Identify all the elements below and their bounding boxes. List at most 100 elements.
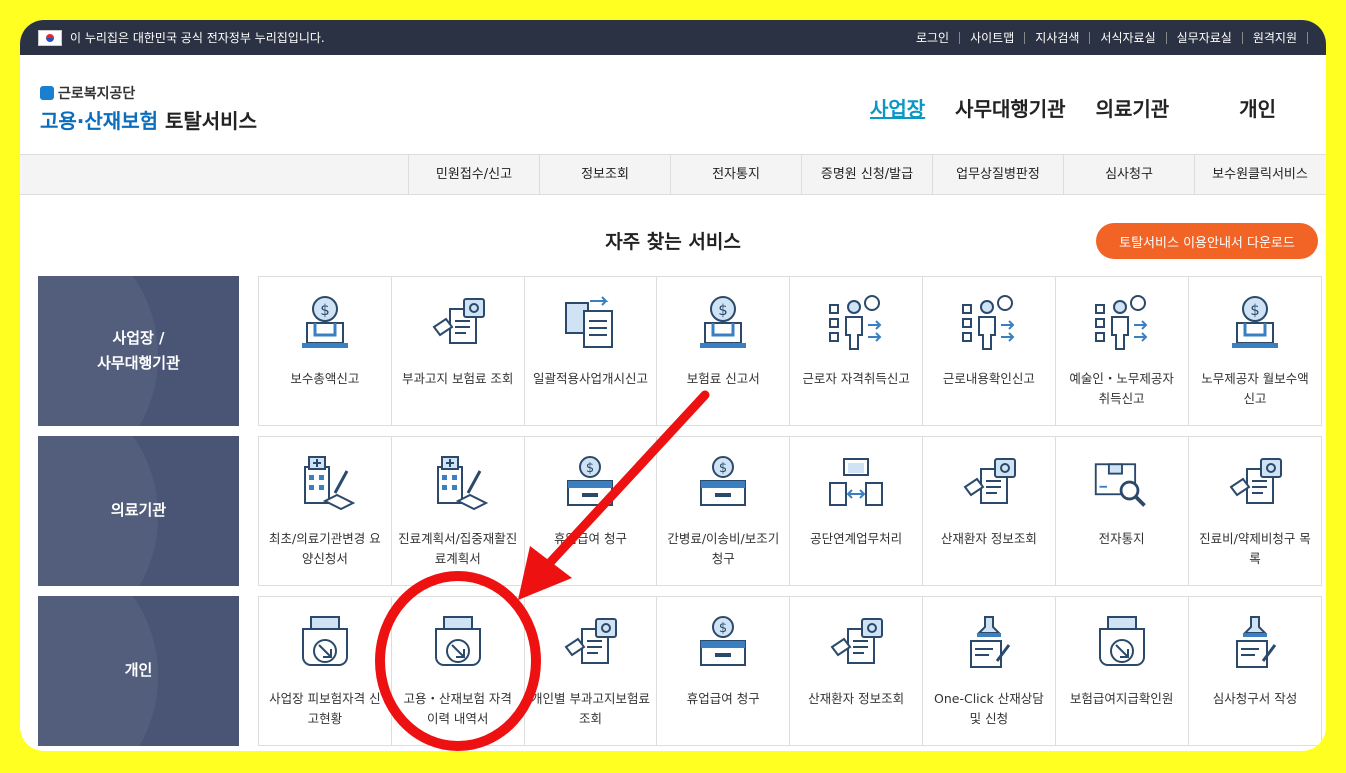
service-tiles: 사업장 피보험자격 신고현황 고용・산재보험 자격 이력 내역서 개인별 부과고지보… bbox=[258, 596, 1323, 746]
service-tile[interactable]: $ 보험료 신고서 bbox=[657, 277, 791, 425]
service-tile[interactable]: $ 휴업급여 청구 bbox=[525, 437, 658, 585]
stamp-document-icon bbox=[959, 611, 1019, 675]
category-panel: 사업장 / 사무대행기관 bbox=[38, 276, 239, 426]
sub-nav-notice[interactable]: 전자통지 bbox=[670, 155, 801, 195]
documents-exchange-icon bbox=[826, 451, 886, 515]
svg-text:$: $ bbox=[719, 621, 727, 636]
forms-library-link[interactable]: 서식자료실 bbox=[1090, 31, 1167, 44]
gov-notice-bar: 이 누리집은 대한민국 공식 전자정부 누리집입니다. 로그인 사이트맵 지사검… bbox=[20, 20, 1326, 55]
svg-text:$: $ bbox=[719, 461, 727, 476]
service-tile-label: 최초/의료기관변경 요양신청서 bbox=[269, 531, 381, 566]
service-row: 사업장 / 사무대행기관 $ 보수총액신고 부과고지 보험료 조회 일괄적용사업개시신고… bbox=[38, 276, 1323, 426]
service-tile[interactable]: 최초/의료기관변경 요양신청서 bbox=[259, 437, 392, 585]
box-search-icon bbox=[1092, 451, 1152, 515]
sitemap-link[interactable]: 사이트맵 bbox=[960, 31, 1026, 44]
service-tile-label: 보험료 신고서 bbox=[686, 371, 760, 386]
service-tile-label: 근로자 자격취득신고 bbox=[802, 371, 910, 386]
service-tile-label: 노무제공자 월보수액 신고 bbox=[1201, 371, 1309, 406]
top-links: 로그인 사이트맵 지사검색 서식자료실 실무자료실 원격지원 bbox=[906, 31, 1308, 44]
guide-download-button[interactable]: 토탈서비스 이용안내서 다운로드 bbox=[1096, 223, 1318, 259]
service-tile[interactable]: 부과고지 보험료 조회 bbox=[392, 277, 525, 425]
org-name: 근로복지공단 bbox=[58, 86, 136, 102]
site-logo[interactable]: 근로복지공단 고용·산재보험 토탈서비스 bbox=[40, 83, 257, 134]
service-tiles: $ 보수총액신고 부과고지 보험료 조회 일괄적용사업개시신고 $ 보험료 신고서 근로자 … bbox=[258, 276, 1323, 426]
money-laptop-icon: $ bbox=[295, 291, 355, 355]
document-search-icon bbox=[959, 451, 1019, 515]
service-tile-label: 휴업급여 청구 bbox=[554, 531, 627, 546]
sub-nav-info[interactable]: 정보조회 bbox=[539, 155, 670, 195]
sub-nav-civil[interactable]: 민원접수/신고 bbox=[408, 155, 539, 195]
sub-nav-oneclick[interactable]: 보수원클릭서비스 bbox=[1194, 155, 1325, 195]
login-link[interactable]: 로그인 bbox=[906, 31, 961, 44]
service-tile-label: 근로내용확인신고 bbox=[942, 371, 1035, 386]
service-tile-label: 예술인・노무제공자 취득신고 bbox=[1069, 371, 1174, 406]
service-tile[interactable]: 개인별 부과고지보험료 조회 bbox=[525, 597, 658, 745]
service-tile-label: 전자통지 bbox=[1098, 531, 1145, 546]
sub-nav-disease[interactable]: 업무상질병판정 bbox=[932, 155, 1063, 195]
svg-text:$: $ bbox=[1250, 301, 1260, 319]
service-tile-label: 산재환자 정보조회 bbox=[940, 531, 1037, 546]
service-tile[interactable]: One-Click 산재상담 및 신청 bbox=[923, 597, 1056, 745]
service-tile-label: One-Click 산재상담 및 신청 bbox=[934, 691, 1044, 726]
svg-text:$: $ bbox=[586, 461, 594, 476]
main-nav-medical[interactable]: 의료기관 bbox=[1081, 93, 1185, 122]
service-tile[interactable]: 심사청구서 작성 bbox=[1189, 597, 1322, 745]
site-header: 근로복지공단 고용·산재보험 토탈서비스 사업장 사무대행기관 의료기관 개인 bbox=[20, 55, 1326, 155]
service-tile-label: 일괄적용사업개시신고 bbox=[532, 371, 648, 386]
tray-download-icon bbox=[295, 611, 355, 675]
svg-text:$: $ bbox=[320, 301, 330, 319]
service-tile-label: 진료계획서/집중재활진료계획서 bbox=[398, 531, 518, 566]
service-tile[interactable]: 전자통지 bbox=[1056, 437, 1189, 585]
service-tile-label: 보험급여지급확인원 bbox=[1069, 691, 1174, 706]
person-checklist-icon bbox=[959, 291, 1019, 355]
money-laptop-icon: $ bbox=[693, 291, 753, 355]
category-label: 개인 bbox=[124, 661, 153, 680]
service-tile[interactable]: 산재환자 정보조회 bbox=[790, 597, 923, 745]
remote-support-link[interactable]: 원격지원 bbox=[1243, 31, 1308, 44]
practice-library-link[interactable]: 실무자료실 bbox=[1167, 31, 1243, 44]
gov-notice-text: 이 누리집은 대한민국 공식 전자정부 누리집입니다. bbox=[70, 31, 325, 45]
main-nav-individual[interactable]: 개인 bbox=[1224, 93, 1291, 122]
hospital-sign-icon bbox=[428, 451, 488, 515]
money-box-icon: $ bbox=[560, 451, 620, 515]
service-tile-label: 심사청구서 작성 bbox=[1212, 691, 1298, 706]
service-tile-label: 공단연계업무처리 bbox=[810, 531, 903, 546]
service-suffix: 토탈서비스 bbox=[164, 109, 257, 133]
main-nav: 사업장 사무대행기관 의료기관 개인 bbox=[855, 93, 1326, 122]
service-tile[interactable]: 산재환자 정보조회 bbox=[923, 437, 1056, 585]
service-tile[interactable]: 일괄적용사업개시신고 bbox=[525, 277, 658, 425]
service-tile[interactable]: $ 노무제공자 월보수액 신고 bbox=[1189, 277, 1322, 425]
service-row: 의료기관최초/의료기관변경 요양신청서 진료계획서/집중재활진료계획서 $ 휴업급여 … bbox=[38, 436, 1323, 586]
service-tile[interactable]: 진료비/약제비청구 목록 bbox=[1189, 437, 1322, 585]
service-tile[interactable]: 진료계획서/집중재활진료계획서 bbox=[392, 437, 525, 585]
service-tile-label: 고용・산재보험 자격 이력 내역서 bbox=[403, 691, 512, 726]
service-tile[interactable]: $ 보수총액신고 bbox=[259, 277, 392, 425]
service-tile-label: 진료비/약제비청구 목록 bbox=[1199, 531, 1311, 566]
sub-nav-certificate[interactable]: 증명원 신청/발급 bbox=[801, 155, 932, 195]
svg-text:$: $ bbox=[719, 301, 729, 319]
service-tile[interactable]: $ 휴업급여 청구 bbox=[657, 597, 791, 745]
browser-screen: 이 누리집은 대한민국 공식 전자정부 누리집입니다. 로그인 사이트맵 지사검… bbox=[20, 20, 1326, 751]
service-tile[interactable]: 근로자 자격취득신고 bbox=[790, 277, 923, 425]
service-tile[interactable]: 예술인・노무제공자 취득신고 bbox=[1056, 277, 1189, 425]
service-tile-label: 부과고지 보험료 조회 bbox=[401, 371, 514, 386]
main-nav-workplace[interactable]: 사업장 bbox=[855, 93, 940, 122]
person-checklist-icon bbox=[826, 291, 886, 355]
service-tile[interactable]: 고용・산재보험 자격 이력 내역서 bbox=[392, 597, 525, 745]
money-laptop-icon: $ bbox=[1225, 291, 1285, 355]
service-tile[interactable]: 사업장 피보험자격 신고현황 bbox=[259, 597, 392, 745]
tray-download-icon bbox=[428, 611, 488, 675]
category-label: 사업장 / 사무대행기관 bbox=[97, 328, 180, 373]
category-panel: 의료기관 bbox=[38, 436, 239, 586]
branch-search-link[interactable]: 지사검색 bbox=[1025, 31, 1091, 44]
sub-nav-appeal[interactable]: 심사청구 bbox=[1063, 155, 1194, 195]
document-search-icon bbox=[826, 611, 886, 675]
service-tile-label: 보수총액신고 bbox=[290, 371, 360, 386]
service-tile[interactable]: 공단연계업무처리 bbox=[790, 437, 923, 585]
document-search-icon bbox=[1225, 451, 1285, 515]
service-tile[interactable]: $ 간병료/이송비/보조기 청구 bbox=[657, 437, 791, 585]
service-tile[interactable]: 보험급여지급확인원 bbox=[1056, 597, 1189, 745]
main-nav-agency[interactable]: 사무대행기관 bbox=[940, 93, 1080, 122]
korea-flag-icon bbox=[38, 29, 62, 46]
service-tile[interactable]: 근로내용확인신고 bbox=[923, 277, 1056, 425]
